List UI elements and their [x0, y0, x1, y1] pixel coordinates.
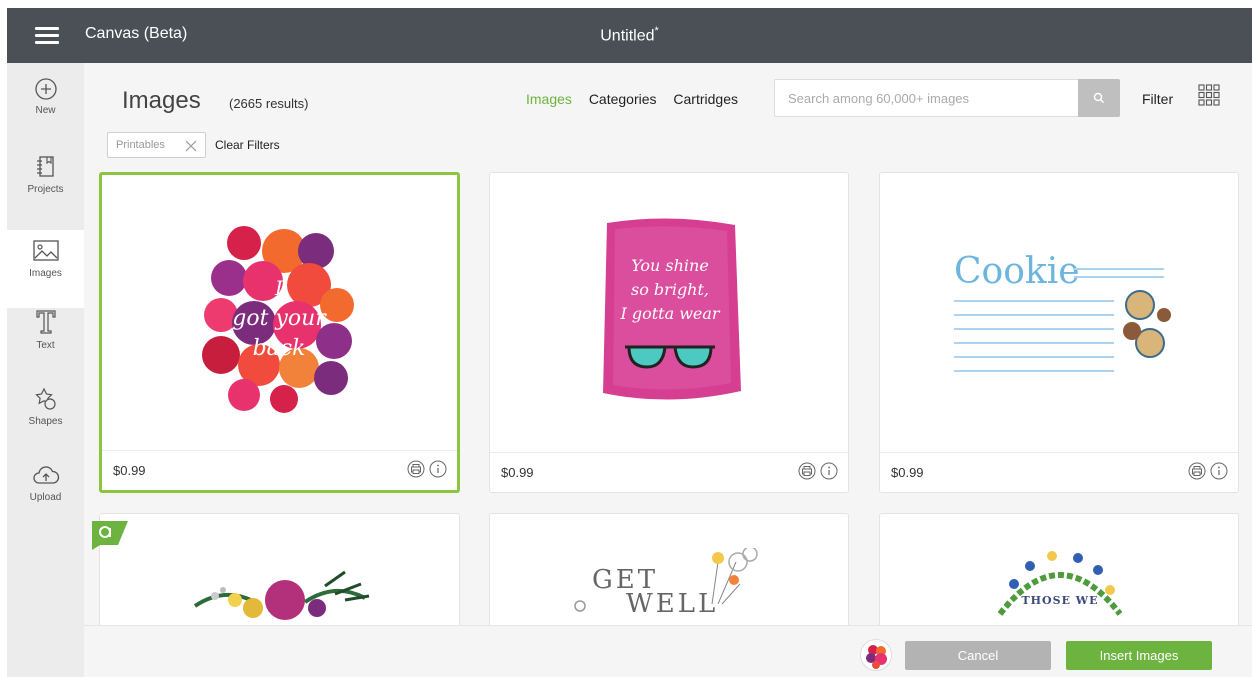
printer-icon [1188, 462, 1206, 480]
sidebar-item-label: Images [29, 268, 62, 279]
cancel-button[interactable]: Cancel [905, 641, 1051, 670]
plus-circle-icon [34, 78, 57, 100]
search-button[interactable] [1078, 79, 1120, 117]
grid-view-icon[interactable] [1198, 84, 1220, 106]
price-label: $0.99 [891, 465, 924, 480]
cookie-recipe-artwork: Cookie [954, 251, 1171, 372]
document-title-text: Untitled [600, 27, 655, 45]
card-actions [407, 460, 447, 478]
results-count: (2665 results) [229, 96, 309, 111]
info-icon[interactable] [1210, 462, 1228, 480]
text-t-icon [35, 310, 56, 334]
artwork-text: Cookie [954, 251, 1080, 292]
image-card[interactable]: I got your back $0.99 [99, 172, 460, 493]
image-card[interactable]: THOSE WE [879, 513, 1239, 643]
artwork-text: back [253, 336, 306, 361]
search-box [774, 79, 1120, 117]
image-card[interactable]: GET WELL [489, 513, 849, 643]
artwork-text: I [274, 276, 284, 300]
sidebar-item-images[interactable]: Images [7, 230, 84, 308]
card-actions [798, 462, 838, 480]
sidebar-item-label: New [35, 105, 56, 116]
selected-thumbnail-art [866, 645, 887, 669]
image-card[interactable]: Cookie $0.99 [879, 172, 1239, 493]
insert-images-button[interactable]: Insert Images [1066, 641, 1212, 670]
unsaved-mark: * [654, 25, 659, 37]
printer-icon [407, 460, 425, 478]
gingerbread-icon [1123, 290, 1171, 358]
tab-cartridges[interactable]: Cartridges [673, 91, 738, 107]
artwork-text: got your [232, 306, 327, 331]
artwork-text: so bright, [631, 280, 709, 299]
artwork-text: WELL [626, 589, 718, 618]
filter-chip-label: Printables [116, 139, 165, 151]
projects-icon [36, 156, 54, 177]
floral-artwork: I got your back [202, 226, 354, 413]
sidebar-item-text[interactable]: Text [7, 308, 84, 386]
subscription-badge-icon [92, 521, 128, 550]
card-footer: $0.99 [880, 452, 1238, 492]
floral-arch-artwork: THOSE WE [997, 551, 1123, 616]
image-card[interactable]: You shine so bright, I gotta wear $0.99 [489, 172, 849, 493]
upload-cloud-icon [32, 466, 59, 484]
tab-categories[interactable]: Categories [589, 91, 657, 107]
floral-wreath-artwork [193, 570, 370, 620]
tab-images[interactable]: Images [526, 91, 572, 107]
library-tabs: Images Categories Cartridges [526, 91, 751, 107]
clear-filters-link[interactable]: Clear Filters [215, 138, 280, 152]
top-bar: Canvas (Beta) Untitled* [7, 8, 1252, 63]
artwork-text: I gotta wear [619, 304, 720, 323]
info-icon[interactable] [820, 462, 838, 480]
selected-image-thumbnail [860, 639, 892, 671]
artwork-text: THOSE WE [1021, 594, 1098, 607]
printer-icon [798, 462, 816, 480]
get-well-artwork: GET WELL [574, 548, 758, 618]
close-icon[interactable] [184, 139, 198, 153]
card-footer: $0.99 [490, 452, 848, 492]
search-icon [1093, 92, 1105, 104]
image-card[interactable] [99, 513, 460, 643]
card-footer: $0.99 [102, 450, 457, 490]
sidebar-item-label: Upload [29, 492, 62, 503]
shapes-icon [34, 387, 56, 410]
sidebar-item-label: Shapes [28, 416, 63, 427]
sidebar-item-shapes[interactable]: Shapes [7, 386, 84, 464]
sidebar-item-label: Projects [27, 184, 64, 195]
page-title: Images [122, 87, 201, 114]
artwork-text: You shine [631, 256, 709, 275]
document-title[interactable]: Untitled* [7, 25, 1252, 45]
bottom-action-bar: Cancel Insert Images [84, 625, 1252, 677]
left-sidebar: New Projects Images Text Shapes Upload [7, 63, 84, 677]
info-icon[interactable] [429, 460, 447, 478]
price-label: $0.99 [113, 463, 146, 478]
sidebar-item-new[interactable]: New [7, 77, 84, 155]
sidebar-item-projects[interactable]: Projects [7, 154, 84, 232]
sidebar-item-label: Text [36, 340, 55, 351]
card-actions [1188, 462, 1228, 480]
pink-brush-artwork: You shine so bright, I gotta wear [603, 218, 741, 400]
price-label: $0.99 [501, 465, 534, 480]
search-input[interactable] [775, 80, 1077, 116]
image-icon [32, 240, 59, 261]
sidebar-item-upload[interactable]: Upload [7, 464, 84, 542]
filter-chip-printables: Printables [107, 132, 206, 158]
filter-button[interactable]: Filter [1142, 91, 1173, 107]
